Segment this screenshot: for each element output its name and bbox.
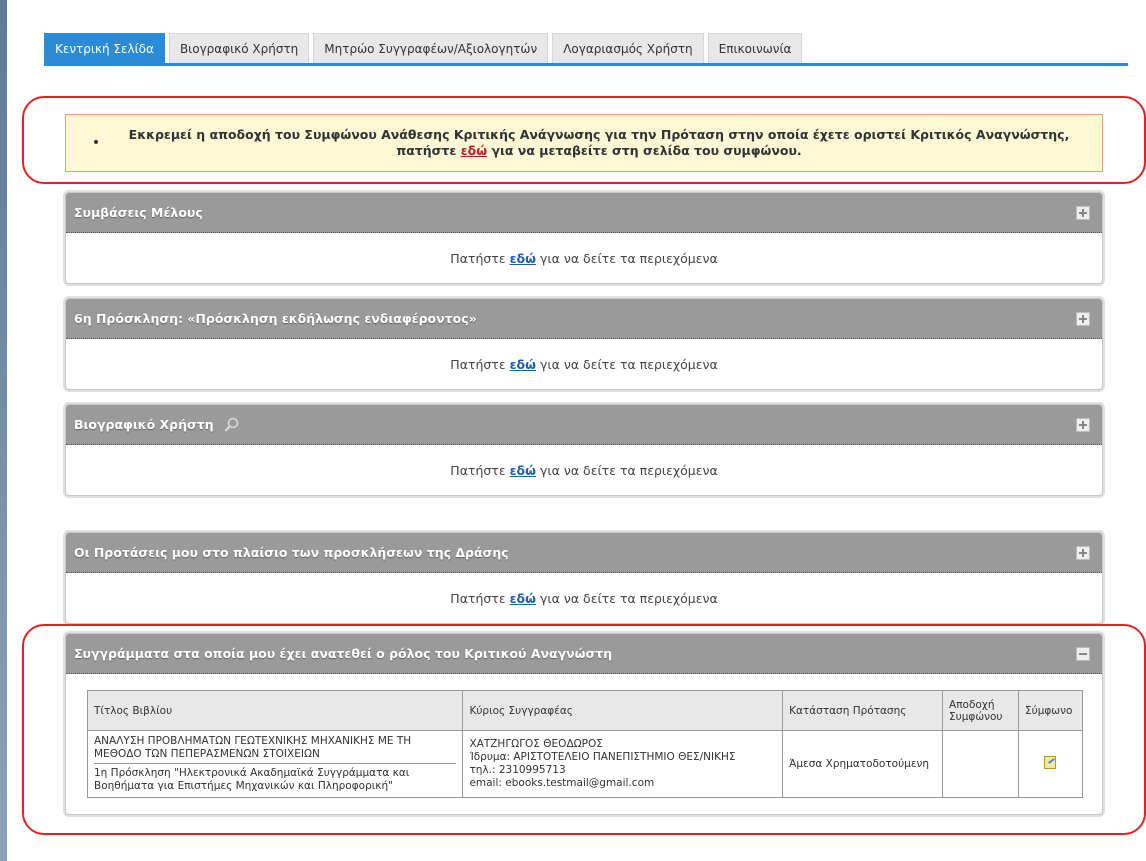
panel-header[interactable]: 6η Πρόσκληση: «Πρόσκληση εκδήλωσης ενδια… bbox=[66, 299, 1102, 339]
panel-title: Βιογραφικό Χρήστη bbox=[74, 417, 214, 432]
books-table: Τίτλος Βιβλίου Κύριος Συγγραφέας Κατάστα… bbox=[86, 690, 1084, 798]
column-header-author: Κύριος Συγγραφέας bbox=[462, 690, 784, 731]
book-call: 1η Πρόσκληση "Ηλεκτρονικά Ακαδημαϊκά Συγ… bbox=[94, 767, 410, 792]
tab-contact[interactable]: Επικοινωνία bbox=[707, 33, 803, 63]
left-edge-bar bbox=[0, 0, 7, 861]
panel-header[interactable]: Βιογραφικό Χρήστη bbox=[66, 405, 1102, 445]
panel-6th-call: 6η Πρόσκληση: «Πρόσκληση εκδήλωσης ενδια… bbox=[65, 298, 1103, 390]
book-title: ΑΝΑΛΥΣΗ ΠΡΟΒΛΗΜΑΤΩΝ ΓΕΩΤΕΧΝΙΚΗΣ ΜΗΧΑΝΙΚΗ… bbox=[94, 735, 457, 764]
panel-user-cv: Βιογραφικό Χρήστη Πατήστε εδώ για να δείτε… bbox=[65, 404, 1103, 496]
author-institution: Ίδρυμα: ΑΡΙΣΤΟΤΕΛΕΙΟ ΠΑΝΕΠΙΣΤΗΜΙΟ ΘΕΣ/ΝΙ… bbox=[469, 751, 736, 763]
panel-title: Συμβάσεις Μέλους bbox=[74, 205, 203, 220]
panel-body: Πατήστε εδώ για να δείτε τα περιεχόμενα bbox=[66, 233, 1102, 283]
panel-link[interactable]: εδώ bbox=[510, 251, 536, 266]
expand-icon[interactable] bbox=[1076, 545, 1090, 560]
panel-assigned-books: Συγγράμματα στα οποία μου έχει ανατεθεί … bbox=[65, 633, 1103, 815]
tab-registry[interactable]: Μητρώο Συγγραφέων/Αξιολογητών bbox=[313, 33, 549, 63]
notice-message: Εκκρεμεί η αποδοχή του Συμφώνου Ανάθεσης… bbox=[126, 127, 1102, 159]
tab-account[interactable]: Λογαριασμός Χρήστη bbox=[552, 33, 704, 63]
panel-body-text: Πατήστε bbox=[450, 250, 506, 266]
author-name: ΧΑΤΖΗΓΩΓΟΣ ΘΕΟΔΩΡΟΣ bbox=[469, 738, 603, 750]
expand-icon[interactable] bbox=[1076, 311, 1090, 326]
notice-link[interactable]: εδώ bbox=[461, 143, 487, 158]
column-header-agreement: Σύμφωνο bbox=[1017, 690, 1084, 731]
column-header-acceptance: Αποδοχή Συμφώνου bbox=[942, 690, 1019, 731]
cell-author: ΧΑΤΖΗΓΩΓΟΣ ΘΕΟΔΩΡΟΣ Ίδρυμα: ΑΡΙΣΤΟΤΕΛΕΙΟ… bbox=[462, 730, 784, 798]
author-phone: τηλ.: 2310995713 bbox=[469, 764, 566, 776]
panel-header[interactable]: Συμβάσεις Μέλους bbox=[66, 193, 1102, 233]
panel-title: Οι Προτάσεις μου στο πλαίσιο των προσκλή… bbox=[74, 545, 509, 560]
panel-body: Πατήστε εδώ για να δείτε τα περιεχόμενα bbox=[66, 573, 1102, 623]
panel-body-text: για να δείτε τα περιεχόμενα bbox=[540, 250, 718, 266]
panel-body: Τίτλος Βιβλίου Κύριος Συγγραφέας Κατάστα… bbox=[66, 674, 1102, 814]
magnifier-icon[interactable] bbox=[224, 417, 240, 433]
column-header-title: Τίτλος Βιβλίου bbox=[86, 690, 464, 731]
panel-body: Πατήστε εδώ για να δείτε τα περιεχόμενα bbox=[66, 445, 1102, 495]
cell-status: Άμεσα Χρηματοδοτούμενη bbox=[782, 730, 944, 798]
main-tabs: Κεντρική Σελίδα Βιογραφικό Χρήστη Μητρώο… bbox=[44, 32, 1128, 66]
author-email: email: ebooks.testmail@gmail.com bbox=[469, 777, 655, 789]
panel-title: 6η Πρόσκληση: «Πρόσκληση εκδήλωσης ενδια… bbox=[74, 311, 477, 326]
panel-body-text: για να δείτε τα περιεχόμενα bbox=[540, 356, 718, 372]
notice-bullet: • bbox=[91, 135, 101, 151]
panel-body-text: για να δείτε τα περιεχόμενα bbox=[540, 462, 718, 478]
panel-link[interactable]: εδώ bbox=[510, 591, 536, 606]
panel-body: Πατήστε εδώ για να δείτε τα περιεχόμενα bbox=[66, 339, 1102, 389]
collapse-icon[interactable] bbox=[1076, 646, 1090, 661]
expand-icon[interactable] bbox=[1076, 417, 1090, 432]
panel-title: Συγγράμματα στα οποία μου έχει ανατεθεί … bbox=[74, 646, 613, 661]
cell-acceptance bbox=[942, 730, 1019, 798]
expand-icon[interactable] bbox=[1076, 205, 1090, 220]
notice-text-after: για να μεταβείτε στη σελίδα του συμφώνου… bbox=[487, 143, 802, 158]
panel-body-text: Πατήστε bbox=[450, 462, 506, 478]
tab-user-cv[interactable]: Βιογραφικό Χρήστη bbox=[168, 33, 310, 63]
panel-body-text: Πατήστε bbox=[450, 356, 506, 372]
table-header-row: Τίτλος Βιβλίου Κύριος Συγγραφέας Κατάστα… bbox=[86, 690, 1084, 731]
cell-agreement bbox=[1017, 730, 1084, 798]
panel-header[interactable]: Οι Προτάσεις μου στο πλαίσιο των προσκλή… bbox=[66, 533, 1102, 573]
table-row: ΑΝΑΛΥΣΗ ΠΡΟΒΛΗΜΑΤΩΝ ΓΕΩΤΕΧΝΙΚΗΣ ΜΗΧΑΝΙΚΗ… bbox=[86, 730, 1084, 798]
pending-agreement-notice: • Εκκρεμεί η αποδοχή του Συμφώνου Ανάθεσ… bbox=[65, 114, 1103, 172]
tab-home[interactable]: Κεντρική Σελίδα bbox=[44, 33, 165, 63]
edit-agreement-icon[interactable] bbox=[1044, 755, 1057, 769]
panel-my-proposals: Οι Προτάσεις μου στο πλαίσιο των προσκλή… bbox=[65, 532, 1103, 624]
cell-book: ΑΝΑΛΥΣΗ ΠΡΟΒΛΗΜΑΤΩΝ ΓΕΩΤΕΧΝΙΚΗΣ ΜΗΧΑΝΙΚΗ… bbox=[86, 730, 464, 798]
panel-member-contracts: Συμβάσεις Μέλους Πατήστε εδώ για να δείτε … bbox=[65, 192, 1103, 284]
panel-body-text: για να δείτε τα περιεχόμενα bbox=[540, 590, 718, 606]
panel-link[interactable]: εδώ bbox=[510, 357, 536, 372]
column-header-status: Κατάσταση Πρότασης bbox=[782, 690, 944, 731]
panel-body-text: Πατήστε bbox=[450, 590, 506, 606]
panel-header[interactable]: Συγγράμματα στα οποία μου έχει ανατεθεί … bbox=[66, 634, 1102, 674]
panel-link[interactable]: εδώ bbox=[510, 463, 536, 478]
